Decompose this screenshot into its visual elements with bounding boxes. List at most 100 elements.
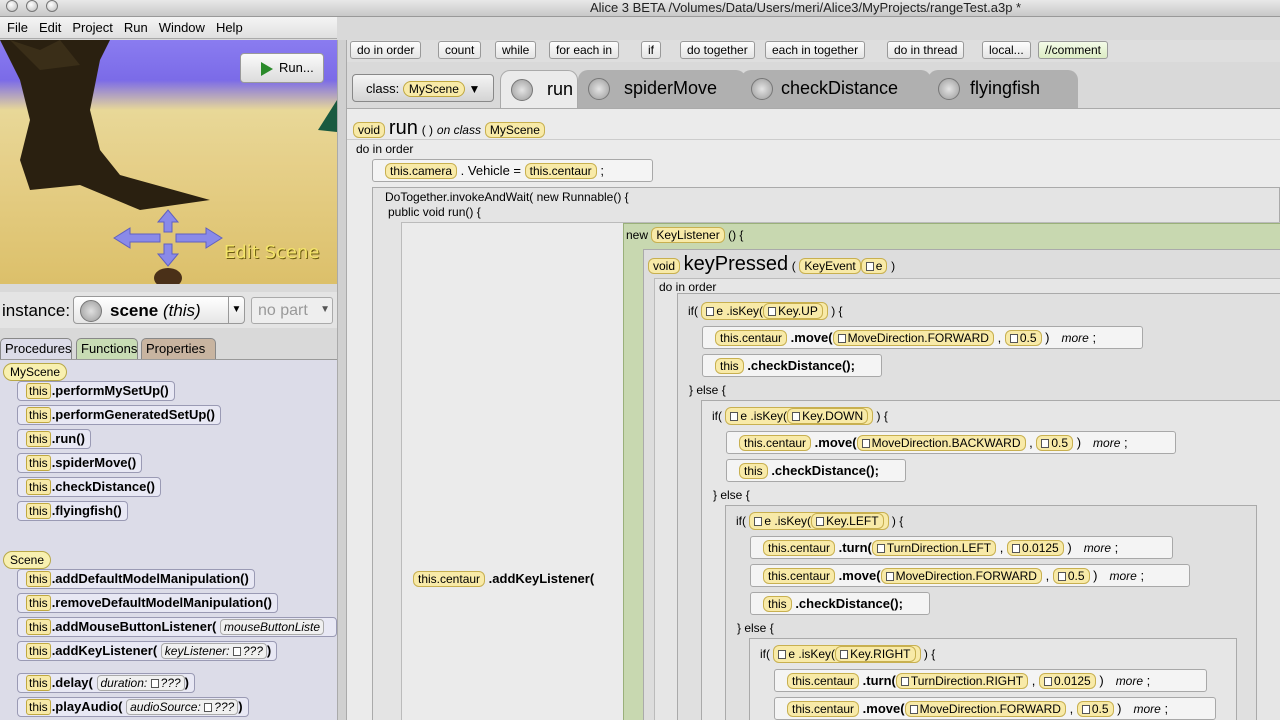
proc-performgeneratedsetup[interactable]: this .performGeneratedSetUp() <box>17 405 221 425</box>
tab-checkdistance[interactable]: checkDistance <box>741 70 931 108</box>
this-pill: this <box>26 455 51 471</box>
tool-while[interactable]: while <box>495 41 537 59</box>
close-icon[interactable] <box>6 0 18 12</box>
semicolon: ; <box>1114 540 1119 555</box>
instance-selector[interactable]: scene (this) ▼ <box>73 296 245 324</box>
statement-move-forward[interactable]: this.centaur .move(MoveDirection.FORWARD… <box>702 326 1143 349</box>
more-button[interactable]: more <box>1061 331 1088 345</box>
rparen: ) <box>1076 435 1082 450</box>
more-button[interactable]: more <box>1116 674 1143 688</box>
method-header: void run ( ) on class MyScene <box>353 117 545 140</box>
statement-move-forward[interactable]: this.centaur .move(MoveDirection.FORWARD… <box>774 697 1216 720</box>
menu-project[interactable]: Project <box>68 17 116 38</box>
tab-flyingfish[interactable]: flyingfish <box>928 70 1078 108</box>
proc-flyingfish[interactable]: this .flyingfish() <box>17 501 128 521</box>
amount-pill: 0.5 <box>1076 701 1114 717</box>
param-label: audioSource: <box>130 700 201 714</box>
tab-spidermove[interactable]: spiderMove <box>578 70 746 108</box>
part-selector[interactable]: no part ▼ <box>251 297 333 324</box>
param-value: ??? <box>214 700 235 714</box>
proc-label: .performMySetUp() <box>51 383 169 398</box>
more-button[interactable]: more <box>1133 702 1160 716</box>
else-label: } else { <box>713 488 750 502</box>
more-button[interactable]: more <box>1109 569 1136 583</box>
if-keyword: if( <box>712 409 722 423</box>
more-button[interactable]: more <box>1093 436 1120 450</box>
proc-performmysetup[interactable]: this .performMySetUp() <box>17 381 175 401</box>
instance-label: instance: <box>2 301 71 320</box>
group-scene: Scene <box>3 551 52 569</box>
type-icon <box>232 647 241 656</box>
class-selector[interactable]: class: MyScene ▼ <box>352 74 494 102</box>
run-button-label: Run... <box>279 60 314 75</box>
statement-move-forward[interactable]: this.centaur .move(MoveDirection.FORWARD… <box>750 564 1190 587</box>
statement-checkdistance[interactable]: this .checkDistance(); <box>726 459 906 482</box>
tab-functions[interactable]: Functions <box>76 338 138 359</box>
tab-procedures[interactable]: Procedures <box>0 338 72 359</box>
code-editor[interactable]: void run ( ) on class MyScene do in orde… <box>347 108 1280 720</box>
tool-if[interactable]: if <box>641 41 661 59</box>
proc-checkdistance[interactable]: this .checkDistance() <box>17 477 162 497</box>
tool-do-in-order[interactable]: do in order <box>350 41 422 59</box>
proc-addkeylistener[interactable]: this .addKeyListener( keyListener: ???) <box>17 641 278 661</box>
e-param: e <box>860 258 888 274</box>
menu-help[interactable]: Help <box>212 17 247 38</box>
direction-text: MoveDirection.FORWARD <box>847 331 989 345</box>
keylistener-pill: KeyListener <box>651 227 725 243</box>
statement-turn-left[interactable]: this.centaur .turn(TurnDirection.LEFT , … <box>750 536 1173 559</box>
statement-move-backward[interactable]: this.centaur .move(MoveDirection.BACKWAR… <box>726 431 1176 454</box>
statement-turn-right[interactable]: this.centaur .turn(TurnDirection.RIGHT ,… <box>774 669 1207 692</box>
run-button[interactable]: Run... <box>240 53 324 83</box>
param-label: mouseButtonListe <box>219 619 325 635</box>
if-left-header: if( e .isKey(Key.LEFT ) { <box>736 512 903 530</box>
statement-checkdistance[interactable]: this .checkDistance(); <box>750 592 930 615</box>
menu-file[interactable]: File <box>3 17 32 38</box>
chevron-down-icon[interactable]: ▼ <box>228 297 244 323</box>
centaur-pill: this.centaur <box>715 330 788 346</box>
on-class-label: on class <box>436 123 481 137</box>
key-left-pill: Key.LEFT <box>811 513 884 529</box>
menu-run[interactable]: Run <box>120 17 152 38</box>
proc-label: .addKeyListener( <box>51 643 158 658</box>
statement-checkdistance[interactable]: this .checkDistance(); <box>702 354 882 377</box>
proc-label: .playAudio( <box>51 699 123 714</box>
return-type: void <box>353 122 386 138</box>
minimize-icon[interactable] <box>26 0 38 12</box>
tool-local[interactable]: local... <box>982 41 1031 59</box>
zoom-icon[interactable] <box>46 0 58 12</box>
more-button[interactable]: more <box>1084 541 1111 555</box>
tool-count[interactable]: count <box>438 41 482 59</box>
menu-edit[interactable]: Edit <box>35 17 65 38</box>
tool-each-in-together[interactable]: each in together <box>765 41 866 59</box>
proc-removedefaultmodelmanipulation[interactable]: this .removeDefaultModelManipulation() <box>17 593 278 613</box>
method-icon <box>588 78 610 100</box>
move-label: .move( <box>838 568 881 583</box>
instance-name: scene (this) <box>110 301 201 321</box>
amount-pill: 0.5 <box>1004 330 1042 346</box>
proc-run[interactable]: this .run() <box>17 429 91 449</box>
proc-playaudio[interactable]: this .playAudio( audioSource: ???) <box>17 697 249 717</box>
rparen: ) <box>1093 568 1098 583</box>
if-keyword: if( <box>760 647 770 661</box>
tab-properties[interactable]: Properties <box>141 338 216 359</box>
proc-addmousebuttonlistener[interactable]: this .addMouseButtonListener( mouseButton… <box>17 617 337 637</box>
proc-adddefaultmodelmanipulation[interactable]: this .addDefaultModelManipulation() <box>17 569 255 589</box>
menu-window[interactable]: Window <box>155 17 209 38</box>
splitter-handle[interactable] <box>337 40 347 720</box>
edit-scene-button[interactable]: Edit Scene <box>224 242 319 263</box>
tool-do-together[interactable]: do together <box>680 41 755 59</box>
window-controls[interactable] <box>6 0 66 15</box>
tool-for-each-in[interactable]: for each in <box>549 41 620 59</box>
tool-comment[interactable]: //comment <box>1038 41 1109 59</box>
direction-pill: TurnDirection.RIGHT <box>895 673 1029 689</box>
this-pill: this <box>715 358 744 374</box>
proc-spidermove[interactable]: this .spiderMove() <box>17 453 143 473</box>
statement-addkeylistener[interactable]: this.centaur .addKeyListener( <box>413 571 594 587</box>
this-pill: this <box>26 595 51 611</box>
param-box: duration: ??? <box>96 675 185 691</box>
tool-do-in-thread[interactable]: do in thread <box>887 41 965 59</box>
proc-delay[interactable]: this .delay( duration: ???) <box>17 673 195 693</box>
statement-camera-vehicle[interactable]: this.camera . Vehicle = this.centaur ; <box>372 159 653 182</box>
comma: , <box>1031 673 1036 688</box>
tab-run[interactable]: run <box>500 70 578 108</box>
